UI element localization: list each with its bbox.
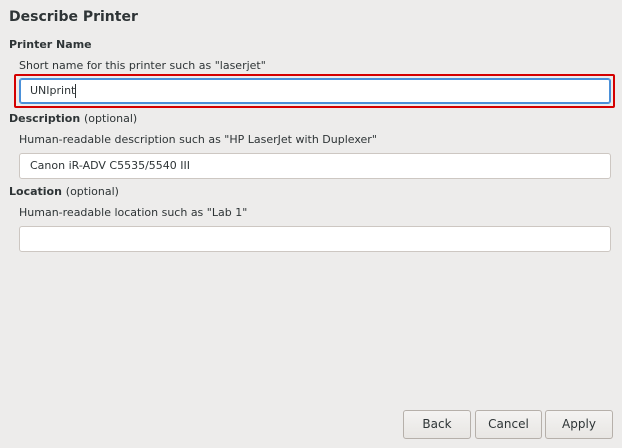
- printer-name-field[interactable]: UNIprint: [19, 78, 611, 104]
- description-hint: Human-readable description such as "HP L…: [19, 133, 377, 146]
- description-field[interactable]: Canon iR-ADV C5535/5540 III: [19, 153, 611, 179]
- text-cursor: [75, 84, 77, 98]
- printer-name-label: Printer Name: [9, 38, 92, 51]
- page-title: Describe Printer: [9, 9, 138, 25]
- cancel-button[interactable]: Cancel: [475, 410, 542, 439]
- printer-name-hint: Short name for this printer such as "las…: [19, 59, 266, 72]
- description-label: Description (optional): [9, 112, 137, 125]
- location-field[interactable]: [19, 226, 611, 252]
- location-hint: Human-readable location such as "Lab 1": [19, 206, 248, 219]
- location-label-text: Location: [9, 185, 62, 198]
- apply-button[interactable]: Apply: [545, 410, 613, 439]
- back-button[interactable]: Back: [403, 410, 471, 439]
- location-optional-text: (optional): [65, 185, 119, 198]
- description-optional-text: (optional): [84, 112, 138, 125]
- location-label: Location (optional): [9, 185, 119, 198]
- printer-name-value: UNIprint: [30, 84, 76, 97]
- description-label-text: Description: [9, 112, 81, 125]
